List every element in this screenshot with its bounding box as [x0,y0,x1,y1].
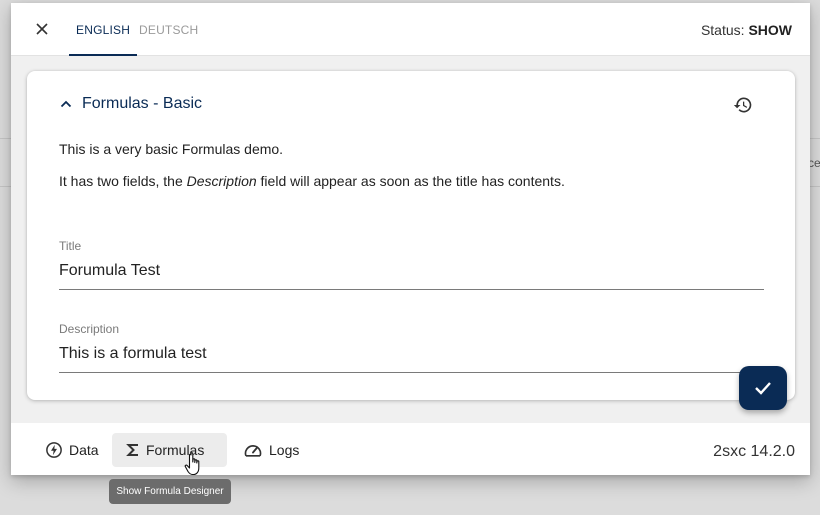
card-title: Formulas - Basic [82,95,203,112]
status-label: Status: [700,22,745,38]
chevron-up-icon [60,100,72,108]
tab-deutsch[interactable]: DEUTSCH [139,23,198,56]
close-icon [36,23,48,35]
data-button[interactable]: Data [31,433,113,467]
edit-dialog: ENGLISH DEUTSCH Status: SHOW Formulas - … [11,3,810,475]
formula-designer-tooltip: Show Formula Designer [109,479,231,504]
description-input[interactable] [59,345,764,363]
speedometer-icon [244,445,262,457]
history-button[interactable] [731,93,755,117]
version-label: 2sxc 14.2.0 [713,443,795,460]
save-button[interactable] [739,366,787,410]
dialog-header: ENGLISH DEUTSCH Status: SHOW [11,3,810,56]
history-icon [733,97,752,113]
intro-text: This is a very basic Formulas demo. [59,141,284,157]
hand-pointer-cursor-icon [184,452,200,476]
formulas-button[interactable]: Formulas [112,433,227,467]
note-text-emphasis: Description [186,173,257,189]
close-button[interactable] [31,18,53,40]
logs-button-label: Logs [269,442,300,458]
description-field[interactable]: Description [59,322,764,373]
logs-button[interactable]: Logs [229,433,313,467]
title-field-label: Title [59,239,82,253]
status-value: SHOW [748,22,792,38]
checkmark-icon [755,382,771,395]
note-text-end: field will appear as soon as the title h… [256,173,565,189]
sigma-icon [126,444,138,456]
description-field-label: Description [59,322,120,336]
note-text-start: It has two fields, the [59,173,187,189]
data-button-label: Data [69,442,99,458]
tab-label: ENGLISH [76,23,131,37]
card-collapse-toggle[interactable]: Formulas - Basic [60,95,202,113]
bolt-icon [46,442,62,458]
formulas-basic-card: Formulas - Basic This is a very basic Fo… [27,71,795,400]
note-text: It has two fields, the Description field… [59,173,565,189]
dialog-footer: Data Formulas Logs 2sxc 14.2.0 [11,423,810,475]
status-indicator: Status: SHOW [701,22,792,38]
title-field[interactable]: Title [59,239,764,290]
tab-label: DEUTSCH [139,23,199,37]
tab-english[interactable]: ENGLISH [68,23,138,56]
title-input[interactable] [59,262,764,280]
